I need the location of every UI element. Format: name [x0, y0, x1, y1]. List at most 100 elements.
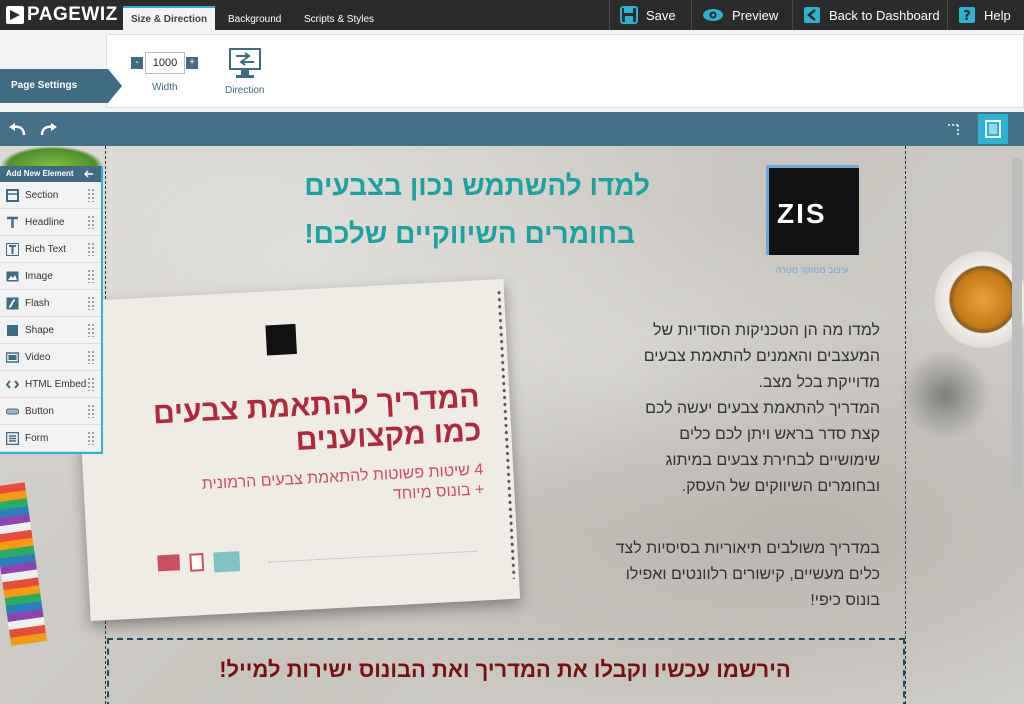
page-settings-tab[interactable]: Page Settings: [0, 69, 122, 103]
drag-handle-icon[interactable]: [87, 296, 95, 310]
canvas-scrollbar[interactable]: [1012, 158, 1022, 488]
sidebar-item-html-embed[interactable]: HTML Embed: [0, 371, 101, 398]
sidebar-item-shape[interactable]: Shape: [0, 317, 101, 344]
book-subtitle: 4 שיטות פשוטות להתאמת צבעים הרמונית + בו…: [123, 460, 485, 519]
page-right-boundary: [905, 146, 906, 704]
sidebar-item-label: HTML Embed: [25, 378, 87, 390]
tab-scripts-styles[interactable]: Scripts & Styles: [296, 8, 382, 30]
drag-handle-icon[interactable]: [87, 188, 95, 202]
book-icons: [157, 551, 241, 575]
body-line: המעצבים והאמנים להתאמת צבעים: [643, 348, 880, 365]
sidebar-item-button[interactable]: Button: [0, 398, 101, 425]
ebook-cover-image[interactable]: המדריך להתאמת צבעים כמו מקצוענים 4 שיטות…: [73, 278, 521, 622]
sidebar-item-section[interactable]: Section: [0, 182, 101, 209]
body-line: למדו מה הן הטכניקות הסודיות של: [652, 322, 880, 339]
button-icon: [6, 405, 19, 418]
sidebar-item-label: Headline: [25, 216, 65, 228]
app-name: PAGEWIZ: [27, 4, 118, 25]
sidebar-item-video[interactable]: Video: [0, 344, 101, 371]
help-icon: ?: [959, 7, 975, 24]
width-label: Width: [152, 82, 178, 93]
brand-logo[interactable]: ZIS: [766, 165, 859, 255]
brand-logo-caption: עיצוב ממוקד מטרה: [775, 265, 849, 275]
add-element-title: Add New Element: [6, 169, 74, 178]
body-line: במדריך משולבים תיאוריות בסיסיות לצד: [615, 540, 880, 557]
sidebar-item-label: Image: [25, 270, 53, 282]
brand-logo-text: ZIS: [777, 198, 827, 229]
save-icon: [620, 6, 638, 24]
help-label: Help: [984, 7, 1011, 23]
save-label: Save: [646, 7, 676, 23]
coffee-shadow: [900, 350, 990, 440]
drag-handle-icon[interactable]: [87, 350, 95, 364]
drag-handle-icon[interactable]: [87, 269, 95, 283]
drag-handle-icon[interactable]: [87, 323, 95, 337]
add-element-sidebar: Add New Element Section Headline Rich Te…: [0, 166, 103, 454]
back-arrow-icon: [804, 7, 820, 23]
sidebar-item-label: Button: [25, 405, 54, 417]
sidebar-item-label: Form: [25, 432, 49, 444]
sidebar-item-label: Flash: [25, 297, 50, 309]
body-line: כלים מעשיים, קישורים רלוונטים ואפילו: [625, 566, 880, 583]
rich-text-icon: [6, 242, 19, 256]
book-divider: [267, 550, 478, 563]
body-line: בונוס כיפי!: [810, 592, 880, 609]
drag-handle-icon[interactable]: [87, 431, 95, 445]
cta-headline[interactable]: הירשמו עכשיו וקבלו את המדריך ואת הבונוס …: [120, 657, 890, 683]
book-title: המדריך להתאמת צבעים כמו מקצוענים: [119, 380, 482, 467]
pagewiz-logo-icon: [6, 6, 24, 24]
leaf-image: [0, 146, 104, 166]
body-line: קצת סדר בראש ויתן לכם כלים: [679, 426, 880, 443]
page-headline-line1[interactable]: למדו להשתמש נכון בצבעים: [200, 170, 650, 202]
sidebar-item-label: Section: [25, 189, 59, 201]
page-headline-line2[interactable]: בחומרים השיווקיים שלכם!: [185, 218, 635, 250]
section-icon: [6, 188, 19, 202]
save-button[interactable]: Save: [609, 0, 691, 30]
body-line: ובחומרים השיווקים של העסק.: [681, 478, 880, 495]
sidebar-item-label: Shape: [25, 324, 54, 336]
book-illustration-icon: [213, 551, 241, 573]
fit-frame-button[interactable]: [978, 114, 1008, 144]
tab-size-direction[interactable]: Size & Direction: [123, 6, 216, 30]
tab-background[interactable]: Background: [220, 8, 289, 30]
undo-icon[interactable]: [8, 122, 26, 136]
redo-icon[interactable]: [40, 122, 58, 136]
video-icon: [6, 351, 19, 364]
body-line: שימושיים לבחירת צבעים במיתוג: [665, 452, 880, 469]
flash-icon: [6, 297, 19, 310]
direction-monitor-icon[interactable]: [228, 47, 262, 79]
pagewiz-logo[interactable]: PAGEWIZ: [6, 4, 118, 26]
book-illustration-icon: [157, 554, 181, 572]
collapse-arrow-icon[interactable]: [84, 170, 93, 178]
drag-handle-icon[interactable]: [87, 377, 95, 391]
shape-icon: [6, 324, 19, 337]
sidebar-item-rich-text[interactable]: Rich Text: [0, 236, 101, 263]
width-input[interactable]: 1000: [145, 52, 185, 74]
sidebar-item-image[interactable]: Image: [0, 263, 101, 290]
image-icon: [6, 270, 19, 283]
frame-icon: [985, 120, 1001, 138]
guides-icon[interactable]: [946, 120, 964, 138]
sidebar-item-label: Rich Text: [25, 243, 66, 255]
eye-icon: [703, 9, 723, 21]
code-icon: [6, 378, 19, 391]
width-decrease-button[interactable]: -: [131, 57, 143, 69]
body-text-2[interactable]: במדריך משולבים תיאוריות בסיסיות לצד כלים…: [560, 536, 880, 614]
preview-button[interactable]: Preview: [691, 0, 792, 30]
drag-handle-icon[interactable]: [87, 404, 95, 418]
add-element-header[interactable]: Add New Element: [0, 166, 101, 182]
width-increase-button[interactable]: +: [186, 57, 198, 69]
body-text-1[interactable]: למדו מה הן הטכניקות הסודיות של המעצבים ו…: [560, 318, 880, 500]
drag-handle-icon[interactable]: [87, 242, 95, 256]
drag-handle-icon[interactable]: [87, 215, 95, 229]
sidebar-item-form[interactable]: Form: [0, 425, 101, 452]
sidebar-item-flash[interactable]: Flash: [0, 290, 101, 317]
direction-label: Direction: [225, 85, 265, 96]
sidebar-item-headline[interactable]: Headline: [0, 209, 101, 236]
svg-text:?: ?: [963, 9, 971, 24]
headline-icon: [6, 216, 19, 229]
preview-label: Preview: [732, 7, 779, 23]
sidebar-item-label: Video: [25, 351, 51, 363]
help-button[interactable]: ? Help: [947, 0, 1024, 30]
back-to-dashboard-button[interactable]: Back to Dashboard: [792, 0, 947, 30]
